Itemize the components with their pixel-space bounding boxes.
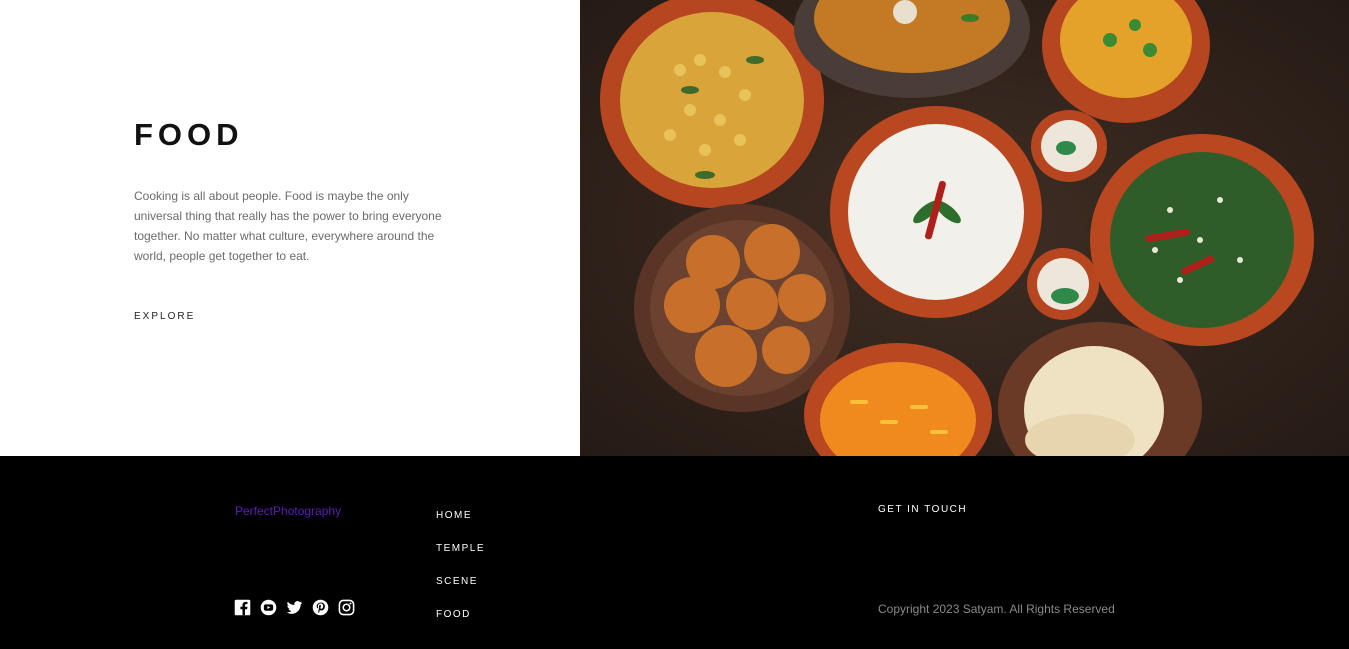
nav-link-home[interactable]: HOME (436, 510, 472, 521)
copyright-text: Copyright 2023 Satyam. All Rights Reserv… (878, 602, 1115, 616)
social-links (234, 599, 355, 616)
nav-link-food[interactable]: FOOD (436, 609, 471, 620)
explore-link[interactable]: EXPLORE (134, 311, 195, 322)
youtube-icon[interactable] (260, 599, 277, 616)
nav-item-home: HOME (436, 505, 485, 538)
footer-nav: HOME TEMPLE SCENE FOOD (436, 505, 485, 637)
nav-item-scene: SCENE (436, 571, 485, 604)
hero-description: Cooking is all about people. Food is may… (134, 189, 442, 263)
hero-text-panel: FOOD Cooking is all about people. Food i… (0, 0, 580, 456)
hero-section: FOOD Cooking is all about people. Food i… (0, 0, 1349, 456)
nav-item-food: FOOD (436, 604, 485, 637)
nav-link-temple[interactable]: TEMPLE (436, 543, 485, 554)
site-footer: PerfectPhotography HOME TEMPLE SCENE FOO… (0, 456, 1349, 649)
pinterest-icon[interactable] (312, 599, 329, 616)
contact-heading: GET IN TOUCH (878, 504, 968, 515)
page-title: FOOD (134, 117, 244, 152)
facebook-icon[interactable] (234, 599, 251, 616)
brand-link[interactable]: PerfectPhotography (235, 504, 341, 518)
nav-item-temple: TEMPLE (436, 538, 485, 571)
food-photo (580, 0, 1349, 456)
instagram-icon[interactable] (338, 599, 355, 616)
twitter-icon[interactable] (286, 599, 303, 616)
nav-link-scene[interactable]: SCENE (436, 576, 478, 587)
